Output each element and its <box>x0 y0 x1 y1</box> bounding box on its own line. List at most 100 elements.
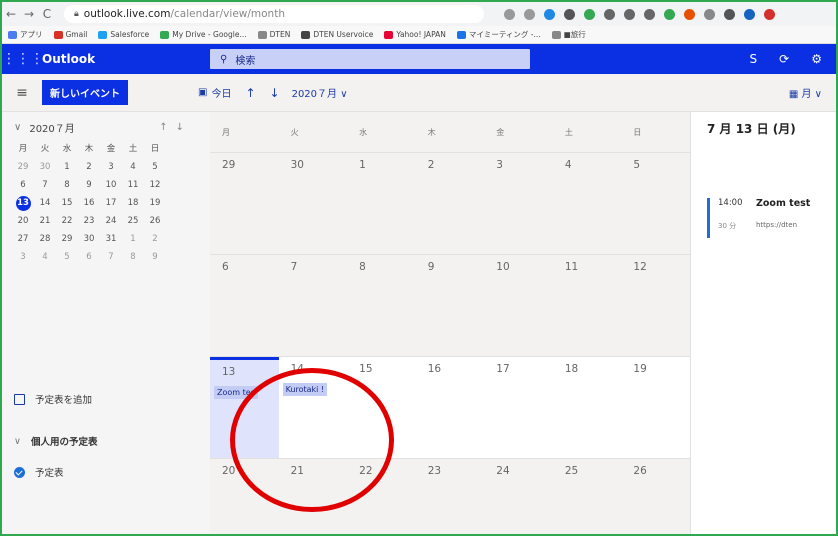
mini-calendar-day[interactable]: 2 <box>78 160 100 175</box>
day-cell[interactable]: 11 <box>553 255 622 356</box>
mini-calendar-day[interactable]: 30 <box>78 232 100 247</box>
extension-icon[interactable] <box>504 8 515 20</box>
mini-calendar-day[interactable]: 5 <box>56 250 78 265</box>
feedback-icon[interactable]: ⟳ <box>779 52 789 66</box>
mini-calendar-day[interactable]: 31 <box>100 232 122 247</box>
mini-calendar-day[interactable]: 19 <box>144 196 166 211</box>
day-cell[interactable]: 17 <box>484 357 553 458</box>
mini-calendar-day[interactable]: 7 <box>34 178 56 193</box>
mini-calendar-day[interactable]: 25 <box>122 214 144 229</box>
new-event-button[interactable]: 新しいイベント <box>42 80 128 105</box>
day-cell[interactable]: 3 <box>484 153 553 254</box>
mini-calendar-day[interactable]: 18 <box>122 196 144 211</box>
mini-calendar-day[interactable]: 8 <box>122 250 144 265</box>
mini-calendar-day[interactable]: 27 <box>12 232 34 247</box>
mini-calendar-day[interactable]: 30 <box>34 160 56 175</box>
mini-calendar-day[interactable]: 1 <box>122 232 144 247</box>
forward-icon[interactable]: → <box>20 7 38 21</box>
mini-calendar-day[interactable]: 7 <box>100 250 122 265</box>
month-picker[interactable]: 2020７月 ∨ <box>292 85 348 100</box>
mini-calendar-day[interactable]: 3 <box>100 160 122 175</box>
reload-icon[interactable]: C <box>38 7 56 21</box>
mini-calendar-day[interactable]: 6 <box>12 178 34 193</box>
day-cell[interactable]: 24 <box>484 459 553 534</box>
mini-calendar-day[interactable]: 17 <box>100 196 122 211</box>
extension-icon[interactable] <box>744 8 755 20</box>
day-cell[interactable]: 29 <box>210 153 279 254</box>
extension-icon[interactable] <box>564 8 575 20</box>
day-cell[interactable]: 8 <box>347 255 416 356</box>
menu-icon[interactable]: ≡ <box>2 85 42 101</box>
skype-icon[interactable]: S <box>750 52 758 66</box>
day-cell[interactable]: 30 <box>279 153 348 254</box>
mini-calendar-day[interactable]: 4 <box>34 250 56 265</box>
mini-calendar-day[interactable]: 9 <box>78 178 100 193</box>
day-cell[interactable]: 12 <box>621 255 690 356</box>
day-cell[interactable]: 9 <box>416 255 485 356</box>
mini-calendar-day[interactable]: 10 <box>100 178 122 193</box>
mini-calendar-day[interactable]: 14 <box>34 196 56 211</box>
mini-calendar-day[interactable]: 22 <box>56 214 78 229</box>
extension-icon[interactable] <box>644 8 655 20</box>
extension-icon[interactable] <box>684 8 695 20</box>
bookmark-item[interactable]: アプリ <box>8 29 43 40</box>
day-cell[interactable]: 6 <box>210 255 279 356</box>
day-cell[interactable]: 16 <box>416 357 485 458</box>
back-icon[interactable]: ← <box>2 7 20 21</box>
previous-month-button[interactable]: ↑ <box>245 86 255 100</box>
calendar-group-toggle[interactable]: ∨ 個人用の予定表 <box>14 434 97 449</box>
view-switcher[interactable]: ▦ 月 ∨ <box>789 85 822 100</box>
extension-icon[interactable] <box>584 8 595 20</box>
mini-calendar-day[interactable]: 12 <box>144 178 166 193</box>
day-cell[interactable]: 7 <box>279 255 348 356</box>
bookmark-item[interactable]: Salesforce <box>98 30 149 39</box>
extension-icon[interactable] <box>624 8 635 20</box>
mini-calendar-day[interactable]: 13 <box>15 196 31 211</box>
day-cell[interactable]: 1 <box>347 153 416 254</box>
extension-icon[interactable] <box>524 8 535 20</box>
mini-calendar-day[interactable]: 15 <box>56 196 78 211</box>
mini-calendar-day[interactable]: 1 <box>56 160 78 175</box>
mini-calendar-day[interactable]: 5 <box>144 160 166 175</box>
mini-calendar-day[interactable]: 2 <box>144 232 166 247</box>
mini-calendar-day[interactable]: 23 <box>78 214 100 229</box>
day-cell[interactable]: 5 <box>621 153 690 254</box>
url-field[interactable]: 🔒︎ outlook.live.com /calendar/view/month <box>64 5 484 23</box>
mini-calendar-day[interactable]: 8 <box>56 178 78 193</box>
calendar-item[interactable]: 予定表 <box>14 465 64 479</box>
bookmark-item[interactable]: DTEN Uservoice <box>301 30 373 39</box>
agenda-event[interactable]: 14:00 Zoom test 30 分 https://dten <box>707 198 810 238</box>
extension-icon[interactable] <box>724 8 735 20</box>
settings-icon[interactable]: ⚙ <box>811 52 822 66</box>
mini-calendar-day[interactable]: 29 <box>56 232 78 247</box>
mini-calendar-day[interactable]: 9 <box>144 250 166 265</box>
mini-calendar-day[interactable]: 29 <box>12 160 34 175</box>
app-launcher-icon[interactable]: ⋮⋮⋮ <box>2 51 44 67</box>
mini-calendar-day[interactable]: 26 <box>144 214 166 229</box>
bookmark-item[interactable]: マイミーティング -... <box>456 29 541 40</box>
mini-calendar-day[interactable]: 3 <box>12 250 34 265</box>
mini-calendar-day[interactable]: 11 <box>122 178 144 193</box>
day-cell[interactable]: 19 <box>621 357 690 458</box>
bookmark-item[interactable]: My Drive - Google... <box>160 30 247 39</box>
mini-calendar-day[interactable]: 6 <box>78 250 100 265</box>
extension-icon[interactable] <box>664 8 675 20</box>
bookmark-item[interactable]: ■旅行 <box>551 29 586 40</box>
bookmark-item[interactable]: Yahoo! JAPAN <box>384 30 446 39</box>
day-cell[interactable]: 26 <box>621 459 690 534</box>
bookmark-item[interactable]: DTEN <box>257 30 290 39</box>
search-box[interactable]: ⚲ 検索 <box>210 49 530 69</box>
day-cell[interactable]: 10 <box>484 255 553 356</box>
day-cell[interactable]: 25 <box>553 459 622 534</box>
mini-calendar-day[interactable]: 21 <box>34 214 56 229</box>
extension-icon[interactable] <box>764 8 775 20</box>
day-cell[interactable]: 2 <box>416 153 485 254</box>
app-title[interactable]: Outlook <box>42 52 210 66</box>
chevron-down-icon[interactable]: ∨ <box>14 122 21 133</box>
next-month-button[interactable]: ↓ <box>270 86 280 100</box>
mini-calendar-day[interactable]: 24 <box>100 214 122 229</box>
extension-icon[interactable] <box>704 8 715 20</box>
mini-calendar-day[interactable]: 20 <box>12 214 34 229</box>
extension-icon[interactable] <box>544 8 555 20</box>
extension-icon[interactable] <box>604 8 615 20</box>
